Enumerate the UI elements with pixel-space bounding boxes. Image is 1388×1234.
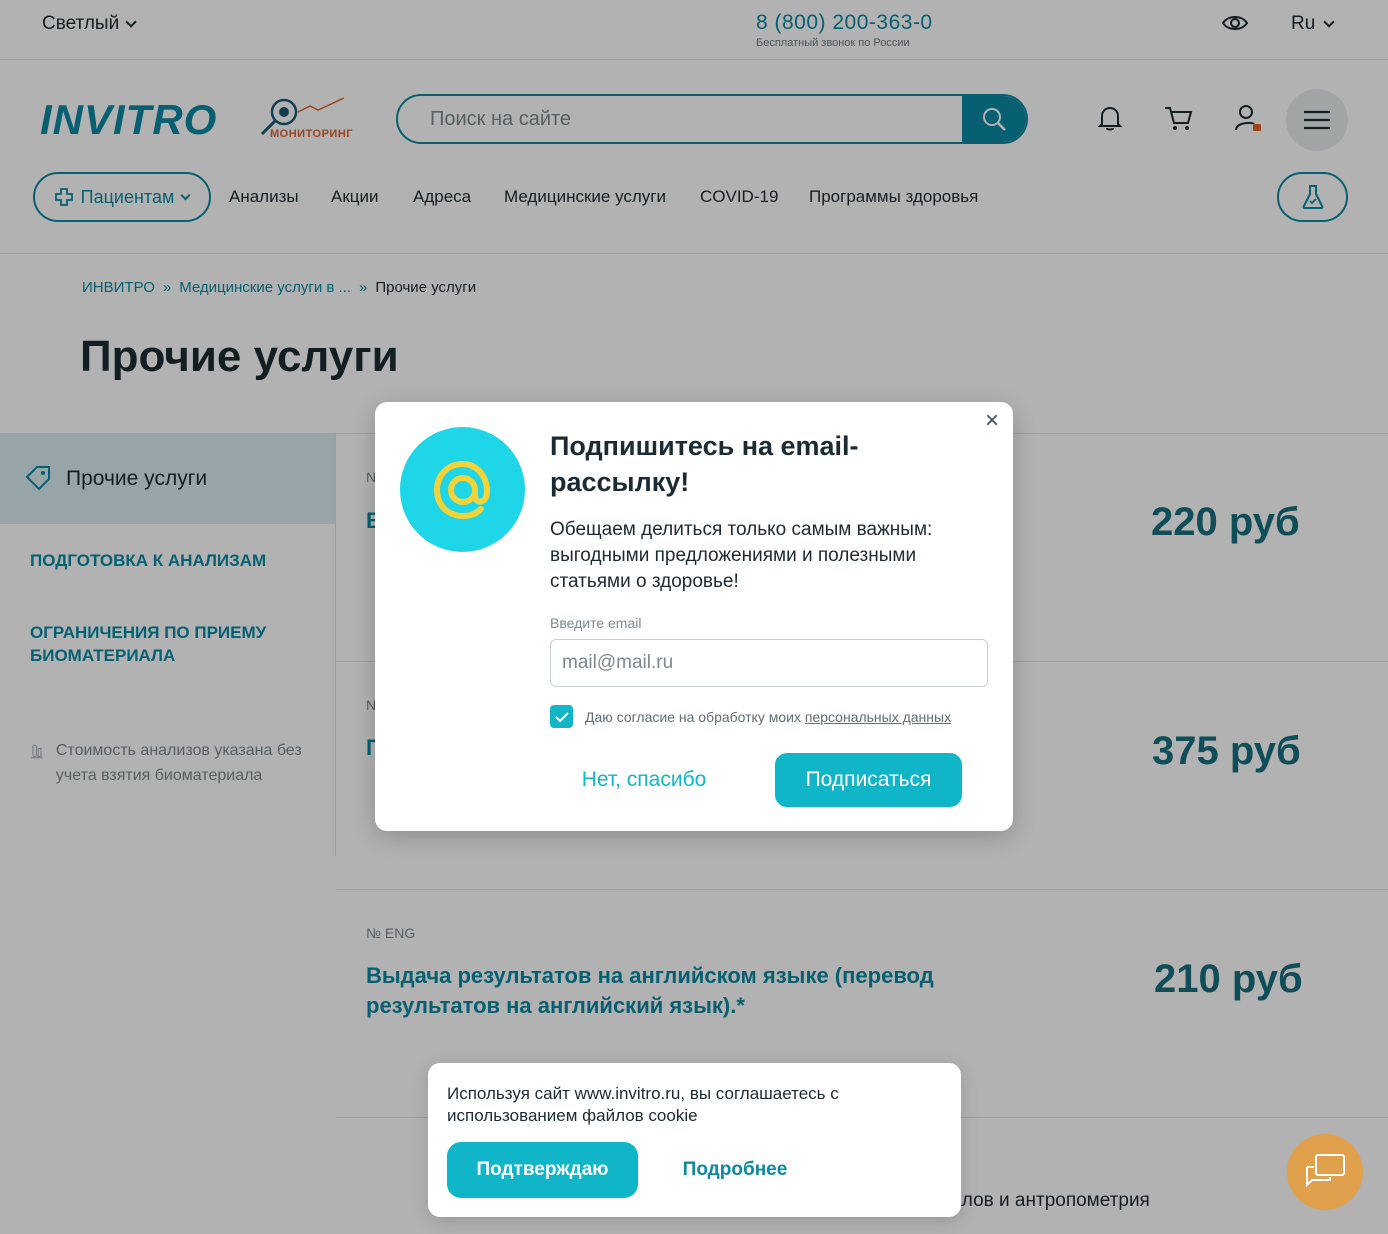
subscribe-modal: × Подпишитесь на email-рассылку! Обещаем… bbox=[375, 402, 1013, 831]
decline-button[interactable]: Нет, спасибо bbox=[565, 753, 723, 807]
consent-label: Даю согласие на обработку моих персональ… bbox=[585, 709, 951, 725]
check-icon bbox=[554, 711, 569, 722]
consent-text: Даю согласие на обработку моих bbox=[585, 708, 801, 725]
email-label: Введите email bbox=[550, 615, 642, 631]
cookie-text: Используя сайт www.invitro.ru, вы соглаш… bbox=[447, 1084, 839, 1125]
cookie-more-link[interactable]: Подробнее bbox=[666, 1142, 804, 1198]
email-field[interactable] bbox=[550, 639, 988, 687]
chat-icon bbox=[1306, 1154, 1345, 1188]
chat-button[interactable] bbox=[1287, 1134, 1363, 1210]
email-illustration bbox=[400, 427, 525, 552]
cookie-confirm-button[interactable]: Подтверждаю bbox=[447, 1142, 638, 1198]
at-icon bbox=[433, 460, 490, 519]
personal-data-link[interactable]: персональных данных bbox=[805, 709, 951, 725]
subscribe-button[interactable]: Подписаться bbox=[775, 753, 962, 807]
consent-checkbox[interactable] bbox=[550, 705, 573, 728]
consent-row: Даю согласие на обработку моих персональ… bbox=[550, 705, 951, 728]
modal-title: Подпишитесь на email-рассылку! bbox=[550, 431, 859, 497]
close-icon[interactable]: × bbox=[981, 409, 1003, 433]
modal-description: Обещаем делиться только самым важным: вы… bbox=[550, 519, 933, 592]
cookie-banner: Используя сайт www.invitro.ru, вы соглаш… bbox=[428, 1063, 961, 1217]
